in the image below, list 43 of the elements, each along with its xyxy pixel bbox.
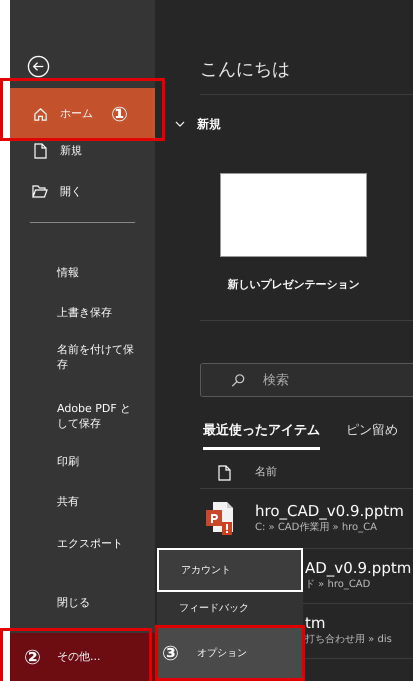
sidebar-item[interactable]: 開く xyxy=(10,182,155,202)
more-item[interactable]: ② その他... xyxy=(10,633,155,681)
sidebar-item[interactable]: 閉じる xyxy=(10,592,141,612)
sidebar-item[interactable]: 情報 xyxy=(10,262,141,283)
tab[interactable]: ピン留め xyxy=(346,421,398,450)
file-name: hro_CAD_v0.9.pptm xyxy=(255,502,404,520)
sidebar-item[interactable]: 新規 xyxy=(10,140,155,161)
tab[interactable]: 最近使ったアイテム xyxy=(203,421,320,450)
step-marker: ② xyxy=(23,644,42,672)
menu-item[interactable]: アカウント xyxy=(157,548,303,592)
step-marker: ① xyxy=(111,101,128,128)
sidebar-label: 新規 xyxy=(60,142,82,159)
sidebar-item[interactable]: ホーム ① xyxy=(10,88,155,141)
file-name: tm xyxy=(305,614,326,632)
template-label: 新しいプレゼンテーション xyxy=(228,277,360,293)
file-path: 打ち合わせ用 » dis xyxy=(305,632,393,647)
home-icon xyxy=(32,106,48,122)
search-field[interactable]: 検索 xyxy=(200,363,413,397)
chevron-icon xyxy=(175,121,185,127)
section-header[interactable]: 新規 xyxy=(155,114,413,134)
file-name: AD_v0.9.pptm xyxy=(305,559,412,577)
sidebar-label: 開く xyxy=(60,184,82,200)
menu-item[interactable]: ③ オプション xyxy=(157,628,303,678)
sidebar-item[interactable]: 印刷 xyxy=(10,451,141,472)
sidebar-label: ホーム xyxy=(60,106,93,122)
greeting-title: こんにちは xyxy=(200,59,290,80)
more-label: その他... xyxy=(57,648,100,665)
sidebar-item[interactable]: 上書き保存 xyxy=(10,302,141,323)
file-path: C: » CAD作業用 » hro_CA xyxy=(255,520,378,534)
folder-icon xyxy=(32,185,48,198)
sidebar-item[interactable]: Adobe PDF として保存 xyxy=(10,401,141,426)
document-icon xyxy=(34,142,46,159)
sidebar-item[interactable]: エクスポート xyxy=(10,533,141,554)
back-icon[interactable] xyxy=(27,55,50,78)
search-icon xyxy=(231,372,245,388)
column-header[interactable]: 名前 xyxy=(255,464,277,480)
presentation-file-icon xyxy=(205,501,235,535)
file-path: ド » hro_CAD xyxy=(305,578,372,592)
document-icon xyxy=(218,464,231,480)
search-input[interactable]: 検索 xyxy=(263,365,413,395)
step-marker: ③ xyxy=(162,640,180,667)
template-tile[interactable]: 新しいプレゼンテーション xyxy=(220,134,367,295)
sidebar-item[interactable]: 共有 xyxy=(10,491,141,512)
